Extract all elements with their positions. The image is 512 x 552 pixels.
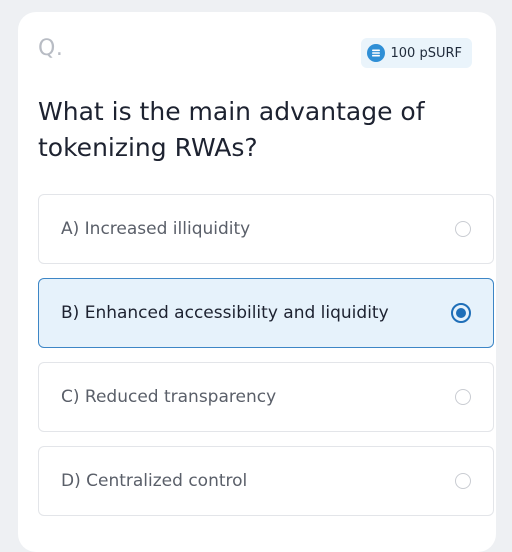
radio-unselected-icon[interactable] <box>455 389 471 405</box>
option-b[interactable]: B) Enhanced accessibility and liquidity <box>38 278 494 348</box>
radio-unselected-icon[interactable] <box>455 221 471 237</box>
question-marker: Q. <box>38 36 64 61</box>
option-label: D) Centralized control <box>61 471 248 491</box>
option-label: B) Enhanced accessibility and liquidity <box>61 303 389 323</box>
reward-badge: 100 pSURF <box>360 38 472 68</box>
reward-amount: 100 pSURF <box>390 45 462 61</box>
option-c[interactable]: C) Reduced transparency <box>38 362 494 432</box>
radio-unselected-icon[interactable] <box>455 473 471 489</box>
quiz-card: Q. 100 pSURF What is the main advantage … <box>18 12 496 552</box>
question-text: What is the main advantage of tokenizing… <box>38 97 425 162</box>
option-label: C) Reduced transparency <box>61 387 277 407</box>
coin-icon <box>366 44 385 62</box>
option-a[interactable]: A) Increased illiquidity <box>38 194 494 264</box>
option-label: A) Increased illiquidity <box>61 219 251 239</box>
radio-selected-icon[interactable] <box>451 303 471 323</box>
option-d[interactable]: D) Centralized control <box>38 446 494 516</box>
